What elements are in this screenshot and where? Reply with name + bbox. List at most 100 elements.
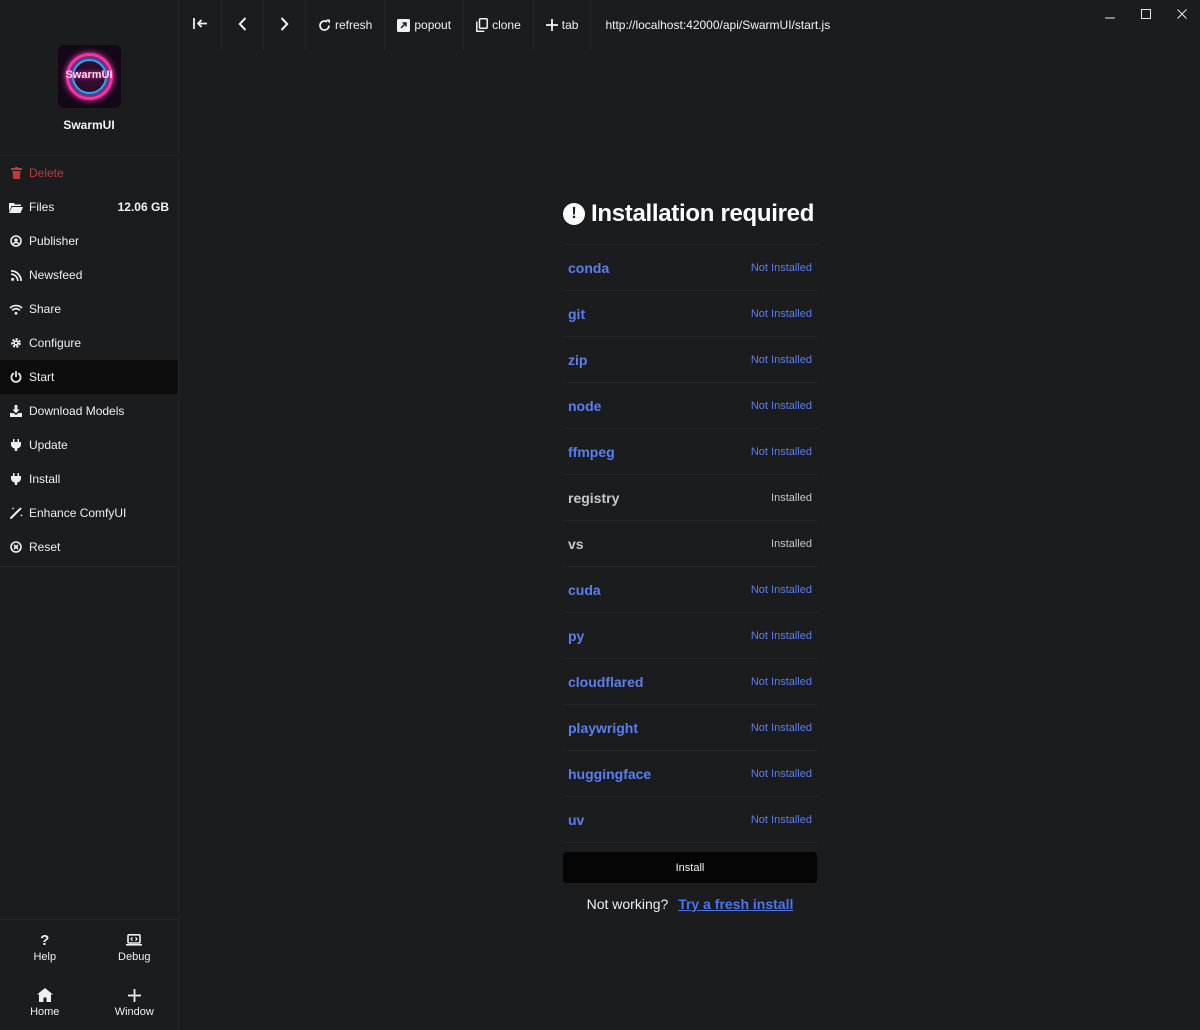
page-title: Installation required (591, 200, 815, 227)
requirement-status: Not Installed (750, 629, 812, 642)
sidebar-item-reset[interactable]: Reset (0, 530, 178, 564)
requirement-status: Not Installed (750, 445, 812, 458)
sidebar: SwarmUI SwarmUI Delete Files 12.06 GB Pu… (0, 0, 179, 1030)
install-button[interactable]: Install (563, 852, 817, 883)
requirement-row: huggingface Not Installed (563, 751, 817, 797)
debug-icon (126, 932, 143, 948)
question-icon: ? (40, 931, 50, 949)
requirement-name: registry (568, 489, 620, 506)
installation-panel: ! Installation required conda Not Instal… (563, 196, 817, 912)
back-button[interactable] (222, 0, 264, 50)
sidebar-item-enhance-comfyui[interactable]: Enhance ComfyUI (0, 496, 178, 530)
requirement-name: cloudflared (568, 673, 644, 690)
maximize-button[interactable] (1128, 0, 1164, 30)
logo-text: SwarmUI (65, 69, 113, 81)
requirement-row: node Not Installed (563, 383, 817, 429)
forward-button[interactable] (264, 0, 306, 50)
fresh-install-link[interactable]: Try a fresh install (678, 896, 793, 912)
sidebar-bottom-actions: ? Help Debug Home Window (0, 919, 179, 1030)
copy-icon (476, 18, 489, 32)
sidebar-item-publisher[interactable]: Publisher (0, 224, 178, 258)
help-button[interactable]: ? Help (0, 920, 90, 975)
not-working-text: Not working? (586, 896, 669, 912)
refresh-button[interactable]: refresh (306, 0, 386, 50)
debug-button[interactable]: Debug (90, 920, 180, 975)
sidebar-item-label: Share (29, 302, 62, 316)
sidebar-item-files[interactable]: Files 12.06 GB (0, 190, 178, 224)
requirement-row: cloudflared Not Installed (563, 659, 817, 705)
requirement-name: node (568, 397, 602, 414)
requirements-list: conda Not Installed git Not Installed zi… (563, 244, 817, 843)
app-logo: SwarmUI (57, 45, 121, 108)
sidebar-item-delete[interactable]: Delete (0, 156, 178, 190)
requirement-name: zip (568, 351, 588, 368)
clone-label: clone (492, 18, 521, 32)
requirement-row: playwright Not Installed (563, 705, 817, 751)
plus-icon (545, 19, 558, 31)
window-controls (1092, 0, 1200, 30)
chevron-right-icon (280, 16, 289, 34)
requirement-row: py Not Installed (563, 613, 817, 659)
requirement-status: Not Installed (750, 353, 812, 366)
sidebar-item-download-models[interactable]: Download Models (0, 394, 178, 428)
sidebar-item-label: Enhance ComfyUI (29, 506, 127, 520)
chevron-left-icon (238, 16, 247, 34)
exit-button[interactable] (180, 0, 222, 50)
sidebar-item-label: Download Models (29, 404, 125, 418)
exclamation-icon: ! (563, 203, 585, 225)
requirement-row: cuda Not Installed (563, 567, 817, 613)
home-button[interactable]: Home (0, 975, 90, 1030)
sidebar-item-install[interactable]: Install (0, 462, 178, 496)
new-tab-button[interactable]: tab (534, 0, 592, 50)
sidebar-item-share[interactable]: Share (0, 292, 178, 326)
sidebar-item-start[interactable]: Start (0, 360, 178, 394)
user-circle-icon (9, 234, 23, 248)
requirement-name: cuda (568, 581, 601, 598)
power-icon (9, 370, 23, 384)
refresh-icon (318, 19, 331, 32)
plug-icon (9, 472, 23, 486)
popout-label: popout (414, 18, 452, 32)
requirement-status: Not Installed (750, 399, 812, 412)
sidebar-item-label: Reset (29, 540, 61, 554)
sidebar-item-newsfeed[interactable]: Newsfeed (0, 258, 178, 292)
popout-button[interactable]: popout (385, 0, 465, 50)
clone-button[interactable]: clone (464, 0, 534, 50)
close-button[interactable] (1164, 0, 1200, 30)
requirement-name: uv (568, 811, 585, 828)
sidebar-item-label: Delete (29, 166, 64, 180)
requirement-status: Installed (771, 537, 812, 550)
requirement-row: registry Installed (563, 475, 817, 521)
requirement-name: ffmpeg (568, 443, 615, 460)
requirement-status: Not Installed (750, 583, 812, 596)
requirement-row: git Not Installed (563, 291, 817, 337)
plug-icon (9, 438, 23, 452)
debug-label: Debug (118, 951, 151, 963)
sidebar-item-label: Newsfeed (29, 268, 83, 282)
address-url[interactable]: http://localhost:42000/api/SwarmUI/start… (605, 18, 830, 32)
requirement-row: vs Installed (563, 521, 817, 567)
requirement-status: Not Installed (750, 721, 812, 734)
sidebar-item-label: Publisher (29, 234, 80, 248)
gear-icon (9, 336, 23, 350)
sidebar-item-configure[interactable]: Configure (0, 326, 178, 360)
window-button[interactable]: Window (90, 975, 180, 1030)
plus-icon (127, 987, 141, 1003)
sidebar-item-label: Install (29, 472, 61, 486)
brand: SwarmUI SwarmUI (0, 0, 178, 156)
download-icon (9, 404, 23, 418)
sidebar-item-update[interactable]: Update (0, 428, 178, 462)
requirement-name: conda (568, 259, 610, 276)
minimize-button[interactable] (1092, 0, 1128, 30)
maximize-icon (1141, 6, 1151, 24)
requirement-status: Not Installed (750, 813, 812, 826)
requirement-name: vs (568, 535, 584, 552)
sidebar-item-label: Files (29, 200, 55, 214)
sidebar-menu: Delete Files 12.06 GB Publisher Newsfeed (0, 156, 178, 567)
help-label: Help (33, 951, 57, 963)
requirement-status: Not Installed (750, 675, 812, 688)
sidebar-item-label: Configure (29, 336, 82, 350)
close-icon (1177, 6, 1187, 24)
popout-icon (397, 18, 411, 32)
refresh-label: refresh (335, 18, 373, 32)
